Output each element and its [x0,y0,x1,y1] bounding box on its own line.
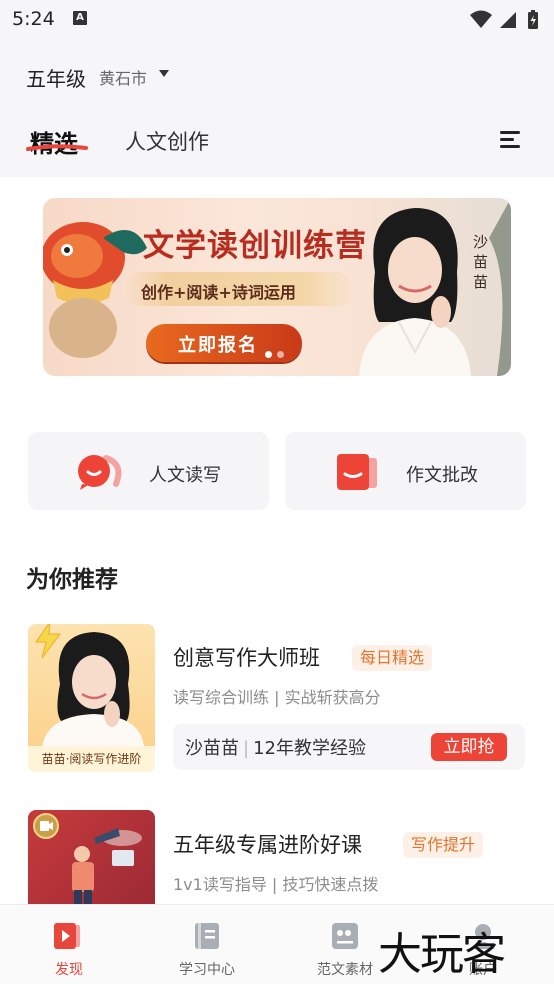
banner-page-dot [277,351,284,358]
banner-page-dot [265,351,272,358]
teacher-portrait [359,208,471,376]
status-bar: 5:24 A [0,0,554,40]
course-title[interactable]: 五年级专属进阶好课 [173,829,362,859]
top-bar [0,40,554,177]
promo-banner[interactable]: 文学读创训练营 创作+阅读+诗词运用 立即报名 沙苗苗 [43,198,511,376]
tab-active-indicator [26,144,88,151]
menu-icon[interactable] [500,129,522,149]
tab-featured[interactable]: 精选 [30,124,78,159]
quick-entry-reading-writing[interactable]: 人文读写 [28,432,269,510]
banner-subtitle-band: 创作+阅读+诗词运用 [123,272,353,306]
status-icons [470,10,538,29]
course-title[interactable]: 创意写作大师班 [173,642,320,672]
quick-entry-label: 作文批改 [406,465,478,486]
status-time: 5:24 [12,8,55,30]
banner-title: 文学读创训练营 [143,228,367,264]
banner-button-label: 立即报名 [178,335,258,356]
quote-card-icon [332,923,358,949]
nav-learning-center[interactable]: 学习中心 [138,905,276,984]
thumbnail-caption: 苗苗·阅读写作进阶 [28,746,155,772]
city-selector[interactable]: 黄石市 [99,65,147,89]
course-thumbnail[interactable] [28,810,155,904]
course-illustration [72,828,142,904]
nav-label: 发现 [55,962,83,978]
wifi-icon [470,10,492,28]
video-badge-icon [33,813,59,839]
course-description: 读写综合训练 | 实战斩获高分 [173,688,381,707]
banner-decoration [489,198,511,376]
teacher-experience: 12年教学经验 [253,738,366,759]
watermark-logo: 大玩客 [378,929,506,980]
quick-entry-essay-correction[interactable]: 作文批改 [285,432,526,510]
book-icon [195,923,219,949]
quick-entry-label: 人文读写 [149,465,221,486]
teacher-photo [42,632,144,748]
separator: | [243,738,250,759]
speech-bubble-icon [78,455,122,490]
essay-card-icon [337,454,377,490]
tab-humanities-writing[interactable]: 人文创作 [125,126,209,156]
grab-now-button[interactable]: 立即抢 [431,733,507,761]
section-title: 为你推荐 [26,567,118,593]
grade-selector[interactable]: 五年级 [26,63,86,92]
course-description: 1v1读写指导 | 技巧快速点拨 [173,875,379,894]
course-thumbnail[interactable]: 苗苗·阅读写作进阶 [28,624,155,772]
nav-discover[interactable]: 发现 [0,905,138,984]
course-teacher-row: 沙苗苗 | 12年教学经验 立即抢 [173,724,525,770]
course-badge: 写作提升 [403,832,484,858]
caret-down-icon[interactable] [159,70,169,77]
banner-subtitle: 创作+阅读+诗词运用 [141,283,296,302]
signal-icon [500,12,516,28]
nav-label: 学习中心 [179,962,235,978]
course-teacher-info: 沙苗苗 | 12年教学经验 [185,734,366,760]
course-badge: 每日精选 [352,645,433,671]
teacher-name: 沙苗苗 [185,738,239,759]
notification-icon: A [73,11,87,25]
play-card-icon [54,923,80,949]
